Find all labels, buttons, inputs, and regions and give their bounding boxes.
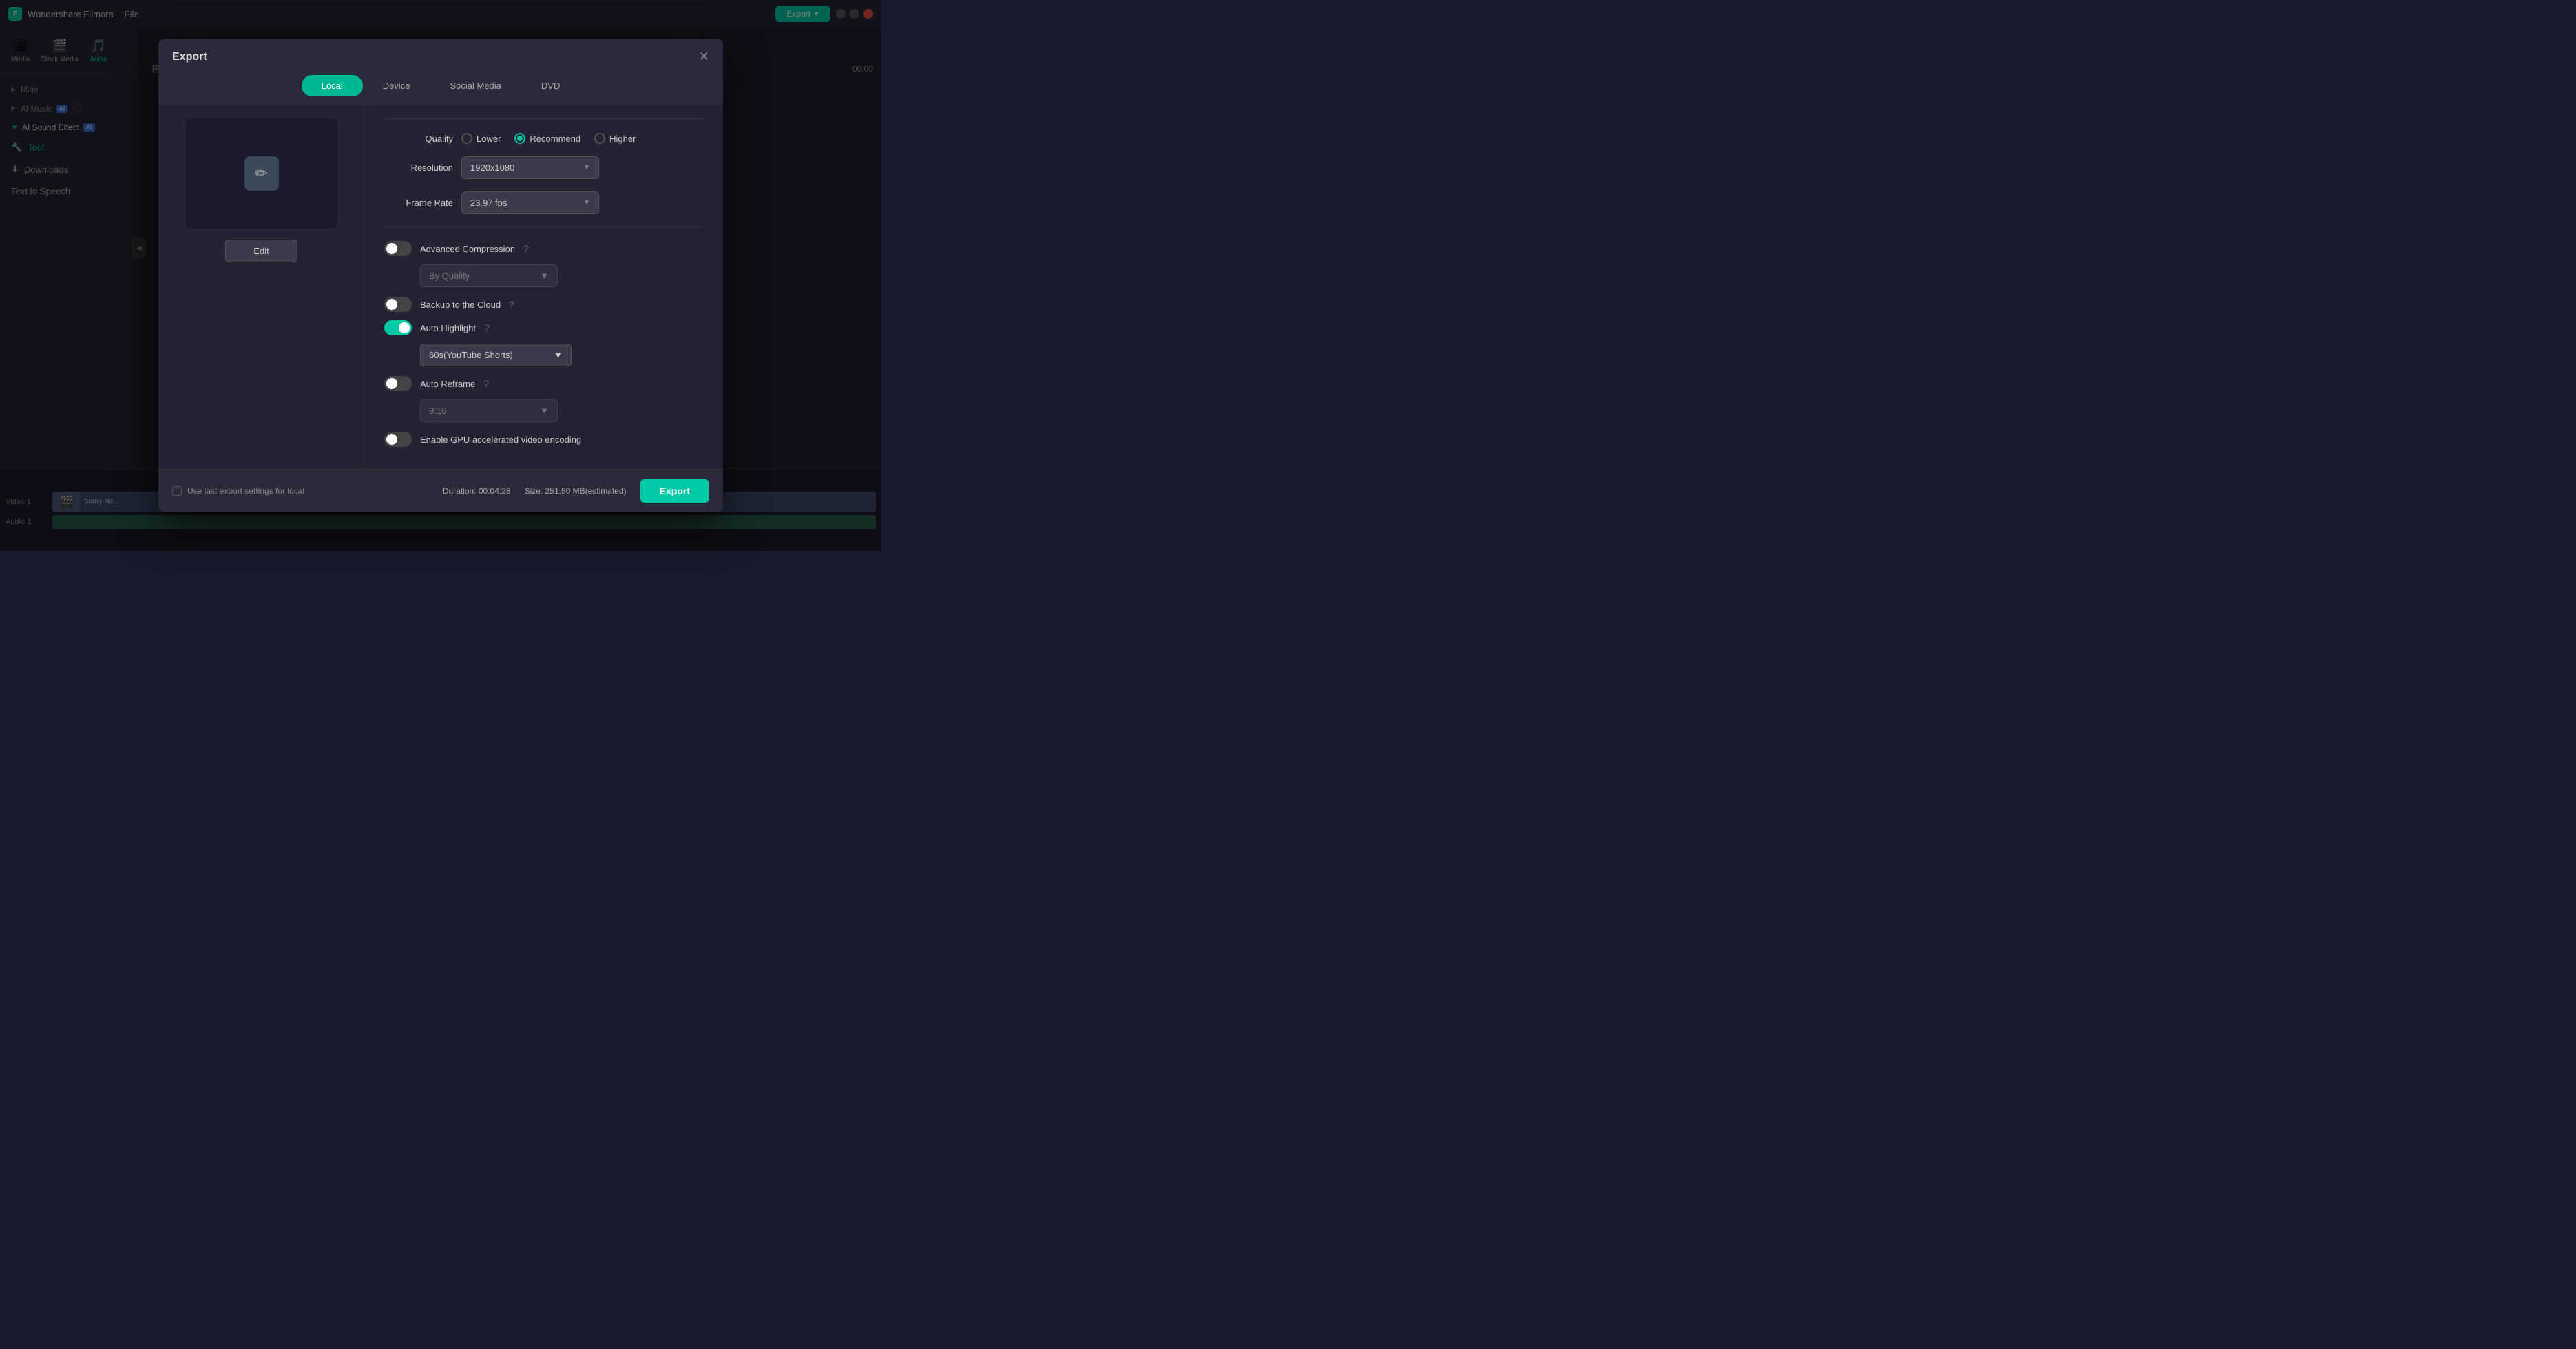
quality-higher-radio[interactable] — [594, 133, 605, 144]
resolution-select[interactable]: 1920x1080 ▼ — [461, 156, 599, 179]
gpu-row: Enable GPU accelerated video encoding — [384, 432, 704, 447]
auto-highlight-toggle[interactable] — [384, 320, 412, 335]
framerate-label: Frame Rate — [384, 198, 453, 208]
dialog-header: Export ✕ — [158, 39, 723, 75]
preview-edit-icon: ✏ — [244, 156, 279, 191]
advanced-compression-label: Advanced Compression — [420, 244, 515, 254]
auto-reframe-control: 9:16 ▼ — [420, 399, 704, 422]
auto-highlight-help[interactable]: ? — [484, 322, 490, 333]
preview-panel: ✏ Edit — [158, 105, 365, 469]
dialog-body: ✏ Edit Quality Lower Recommend — [158, 105, 723, 469]
auto-reframe-help[interactable]: ? — [483, 378, 489, 389]
advanced-compression-help[interactable]: ? — [523, 243, 529, 254]
by-quality-select: By Quality ▼ — [420, 264, 558, 287]
tab-device[interactable]: Device — [363, 75, 430, 96]
advanced-compression-row: Advanced Compression ? — [384, 241, 704, 256]
auto-reframe-thumb — [386, 378, 397, 389]
advanced-compression-toggle[interactable] — [384, 241, 412, 256]
tab-social-media[interactable]: Social Media — [430, 75, 521, 96]
framerate-setting-row: Frame Rate 23.97 fps ▼ — [384, 191, 704, 214]
backup-cloud-thumb — [386, 299, 397, 310]
advanced-compression-thumb — [386, 243, 397, 254]
footer-checkbox-area: Use last export settings for local — [172, 486, 304, 496]
gpu-thumb — [386, 434, 397, 445]
auto-reframe-label: Auto Reframe — [420, 379, 475, 389]
auto-reframe-select: 9:16 ▼ — [420, 399, 558, 422]
auto-reframe-toggle[interactable] — [384, 376, 412, 391]
resolution-setting-row: Resolution 1920x1080 ▼ — [384, 156, 704, 179]
quality-recommend-option[interactable]: Recommend — [514, 133, 580, 144]
auto-highlight-label: Auto Highlight — [420, 323, 476, 333]
export-final-button[interactable]: Export — [640, 479, 709, 503]
by-quality-chevron: ▼ — [540, 271, 549, 281]
backup-cloud-help[interactable]: ? — [509, 299, 514, 310]
backup-cloud-row: Backup to the Cloud ? — [384, 297, 704, 312]
auto-reframe-chevron: ▼ — [540, 406, 549, 416]
auto-reframe-row: Auto Reframe ? — [384, 376, 704, 391]
tab-local[interactable]: Local — [302, 75, 363, 96]
dialog-footer: Use last export settings for local Durat… — [158, 469, 723, 512]
auto-highlight-control: 60s(YouTube Shorts) ▼ — [420, 344, 704, 366]
last-settings-checkbox[interactable] — [172, 486, 182, 496]
quality-lower-radio[interactable] — [461, 133, 472, 144]
dialog-close-button[interactable]: ✕ — [699, 50, 709, 64]
quality-recommend-radio[interactable] — [514, 133, 525, 144]
auto-highlight-thumb — [399, 322, 410, 333]
resolution-label: Resolution — [384, 163, 453, 173]
backup-cloud-label: Backup to the Cloud — [420, 300, 501, 310]
settings-divider — [384, 118, 704, 119]
gpu-toggle[interactable] — [384, 432, 412, 447]
gpu-label: Enable GPU accelerated video encoding — [420, 435, 581, 445]
by-quality-control: By Quality ▼ — [420, 264, 704, 287]
quality-higher-option[interactable]: Higher — [594, 133, 636, 144]
quality-radio-group: Lower Recommend Higher — [461, 133, 704, 144]
settings-panel: Quality Lower Recommend Higher — [365, 105, 723, 469]
backup-cloud-toggle[interactable] — [384, 297, 412, 312]
auto-highlight-row: Auto Highlight ? — [384, 320, 704, 335]
tab-dvd[interactable]: DVD — [521, 75, 580, 96]
footer-info: Duration: 00:04:28 Size: 251.50 MB(estim… — [443, 479, 709, 503]
dialog-title: Export — [172, 51, 207, 63]
size-display: Size: 251.50 MB(estimated) — [525, 486, 627, 496]
framerate-select[interactable]: 23.97 fps ▼ — [461, 191, 599, 214]
resolution-chevron: ▼ — [583, 164, 590, 171]
quality-lower-option[interactable]: Lower — [461, 133, 501, 144]
last-settings-label: Use last export settings for local — [187, 486, 304, 496]
export-dialog: Export ✕ Local Device Social Media DVD ✏… — [158, 39, 723, 512]
quality-label: Quality — [384, 134, 453, 144]
preview-box: ✏ — [186, 118, 337, 229]
quality-setting-row: Quality Lower Recommend Higher — [384, 133, 704, 144]
duration-display: Duration: 00:04:28 — [443, 486, 511, 496]
auto-highlight-chevron: ▼ — [554, 350, 563, 360]
framerate-chevron: ▼ — [583, 199, 590, 207]
dialog-tabs: Local Device Social Media DVD — [158, 75, 723, 105]
edit-button[interactable]: Edit — [225, 240, 297, 262]
auto-highlight-select[interactable]: 60s(YouTube Shorts) ▼ — [420, 344, 572, 366]
